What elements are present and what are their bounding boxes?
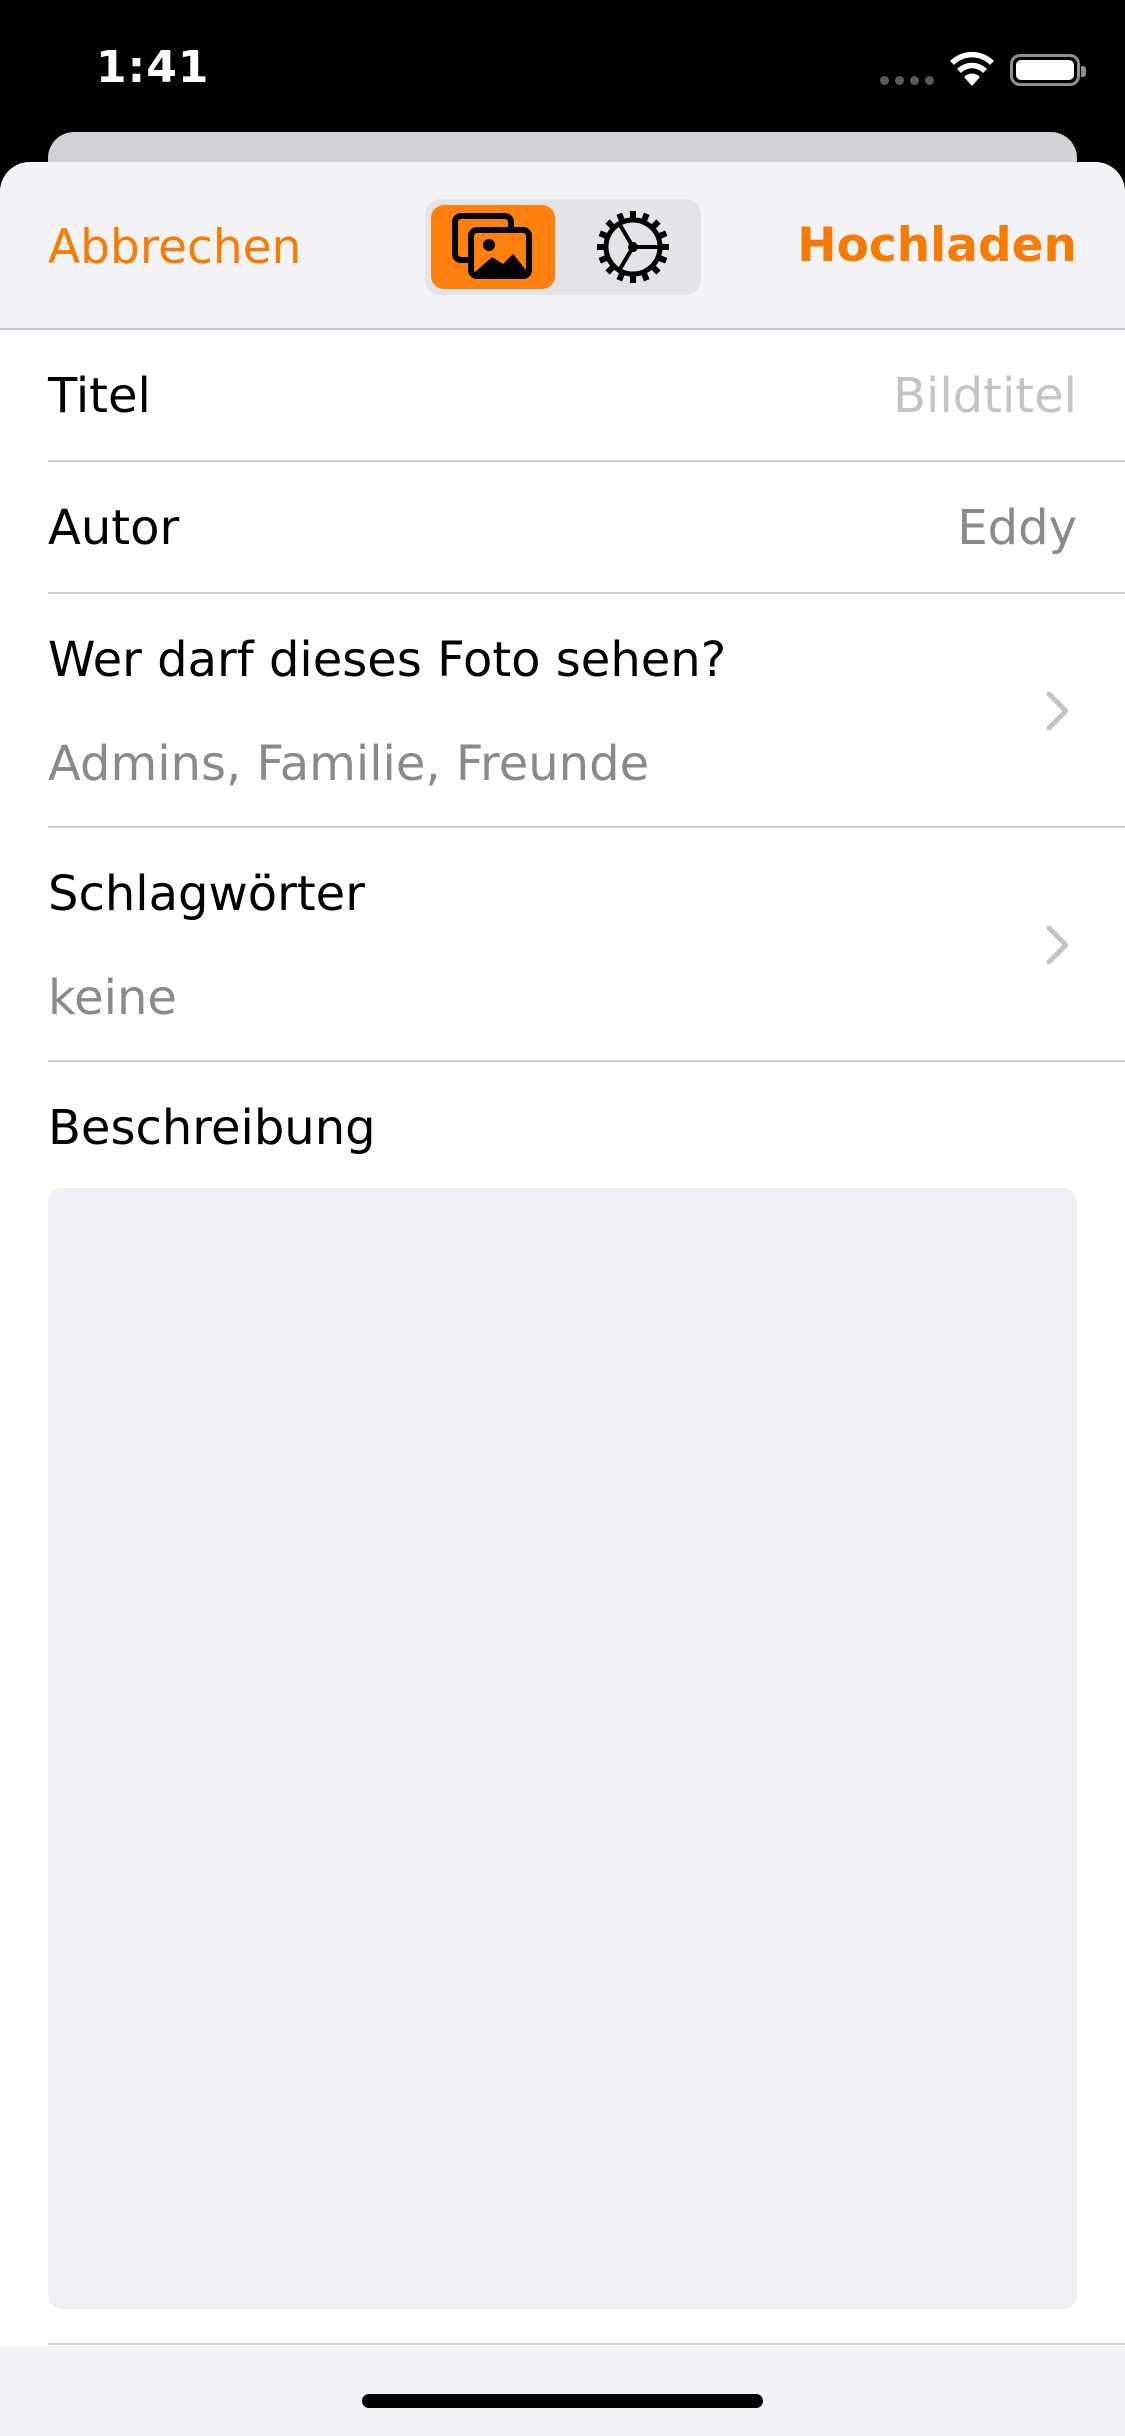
tags-value: keine (48, 970, 177, 1026)
author-value[interactable]: Eddy (957, 500, 1077, 556)
chevron-right-icon (1046, 691, 1069, 731)
navigation-bar: Abbrechen Hochladen (0, 162, 1125, 330)
cellular-signal-icon (880, 76, 934, 85)
description-section: Beschreibung (48, 1062, 1125, 2345)
gear-settings-icon (597, 211, 669, 283)
home-indicator[interactable] (362, 2394, 763, 2408)
author-label: Autor (48, 500, 180, 556)
wifi-icon (950, 51, 994, 86)
upload-sheet: Abbrechen Hochladen Titel Bildtitel Auto… (0, 162, 1125, 2436)
upload-button[interactable]: Hochladen (797, 218, 1077, 273)
status-bar: 1:41 (0, 0, 1125, 135)
visibility-value: Admins, Familie, Freunde (48, 736, 650, 792)
title-row[interactable]: Titel Bildtitel (48, 330, 1125, 462)
status-time: 1:41 (96, 42, 210, 93)
tags-row[interactable]: Schlagwörter keine (48, 828, 1125, 1062)
tags-label: Schlagwörter (48, 866, 365, 922)
screen: 1:41 Abbrechen Hochladen Titel Bildtitel… (0, 0, 1125, 2436)
visibility-label: Wer darf dieses Foto sehen? (48, 632, 727, 688)
visibility-row[interactable]: Wer darf dieses Foto sehen? Admins, Fami… (48, 594, 1125, 828)
title-label: Titel (48, 368, 151, 424)
photos-icon (452, 213, 532, 279)
segmented-control (425, 199, 701, 295)
description-textarea[interactable] (48, 1188, 1077, 2309)
battery-icon (1010, 54, 1086, 86)
author-row[interactable]: Autor Eddy (48, 462, 1125, 594)
segment-settings[interactable] (571, 205, 695, 289)
bottom-bar (0, 2346, 1125, 2436)
segment-photos[interactable] (431, 205, 555, 289)
cancel-button[interactable]: Abbrechen (48, 220, 301, 275)
title-input[interactable]: Bildtitel (893, 368, 1077, 424)
chevron-right-icon (1046, 925, 1069, 965)
description-label: Beschreibung (48, 1100, 376, 1156)
